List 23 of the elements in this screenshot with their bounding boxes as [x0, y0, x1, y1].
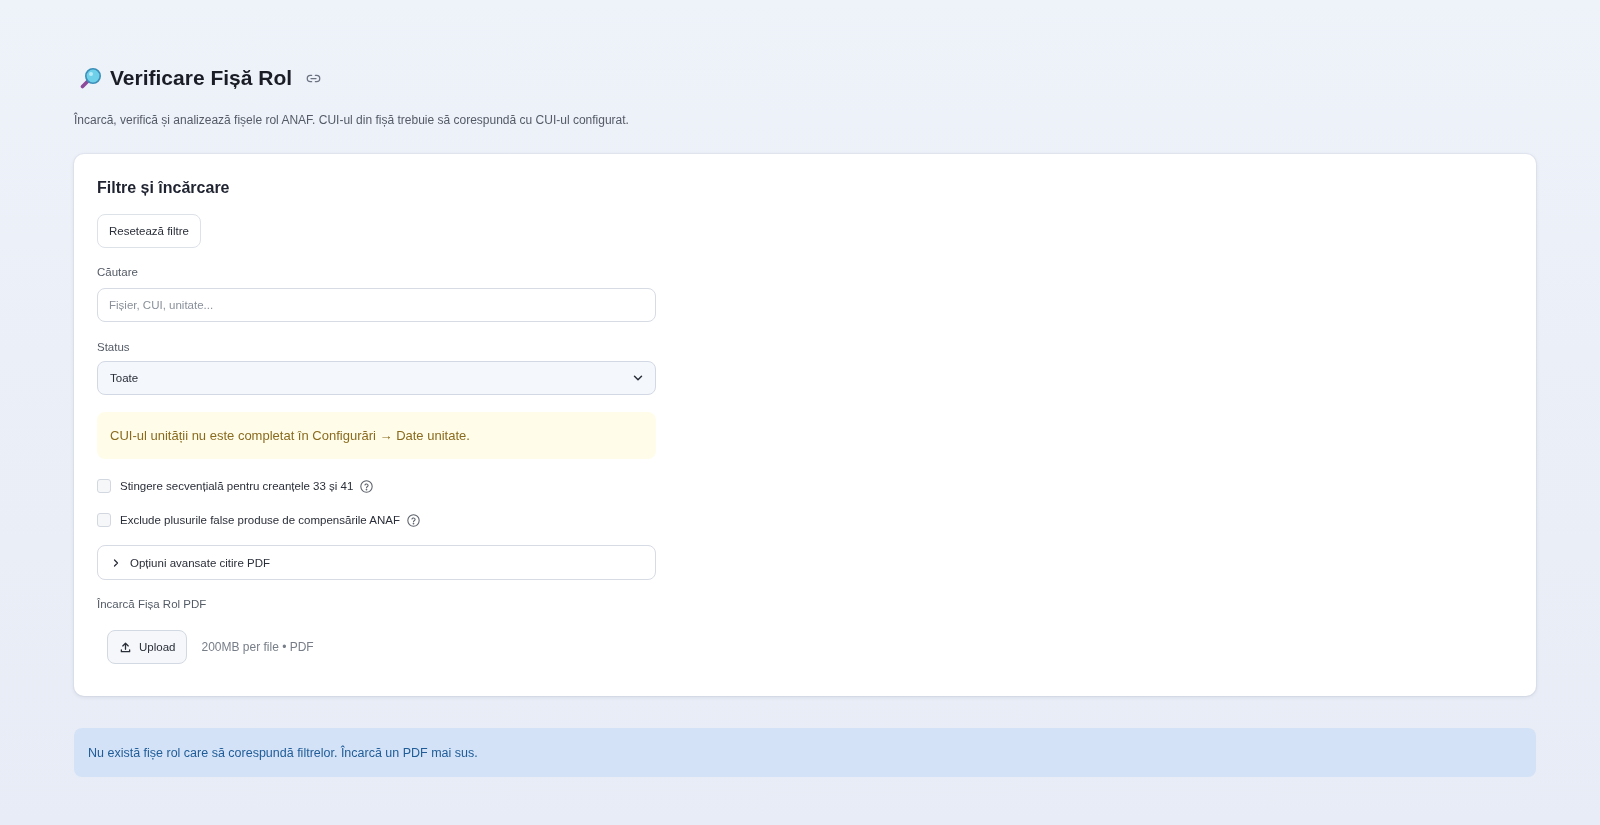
page-title: Verificare Fișă Rol	[110, 65, 293, 91]
checkbox[interactable]	[97, 513, 111, 527]
upload-hint: 200MB per file • PDF	[201, 640, 314, 654]
help-icon[interactable]	[407, 513, 420, 527]
checkbox[interactable]	[97, 479, 111, 493]
status-select[interactable]: Toate	[97, 361, 656, 395]
upload-button[interactable]: Upload	[107, 630, 188, 664]
warning-message: CUI-ul unității nu este completat în Configurări → Date unitate.	[97, 412, 656, 459]
select-value: Toate	[110, 372, 139, 384]
help-icon[interactable]	[360, 479, 374, 493]
page-subtitle: Încarcă, verifică și analizează fișele rol ANAF. CUI-ul din fișă trebuie să corespundă cu CUI-ul configurat.	[74, 111, 629, 129]
card-heading: Filtre și încărcare	[97, 178, 230, 198]
reset-filters-button[interactable]: Resetează filtre	[97, 214, 201, 248]
checkbox-label: Stingere secvențială pentru creanțele 33 și 41	[120, 480, 354, 492]
upload-icon	[120, 641, 131, 653]
search-label: Căutare	[97, 265, 138, 280]
info-message: Nu există fișe rol care să corespundă filtrelor. Încarcă un PDF mai sus.	[74, 728, 1536, 777]
checkbox-label: Exclude plusurile false produse de compensările ANAF	[120, 514, 400, 526]
search-field[interactable]: Fișier, CUI, unitate...	[97, 288, 656, 322]
status-label: Status	[97, 340, 130, 355]
upload-label: Încarcă Fișa Rol PDF	[97, 597, 207, 612]
advanced-options-expander[interactable]: Opțiuni avansate citire PDF	[97, 545, 656, 580]
magnifying-glass-icon	[80, 67, 102, 89]
